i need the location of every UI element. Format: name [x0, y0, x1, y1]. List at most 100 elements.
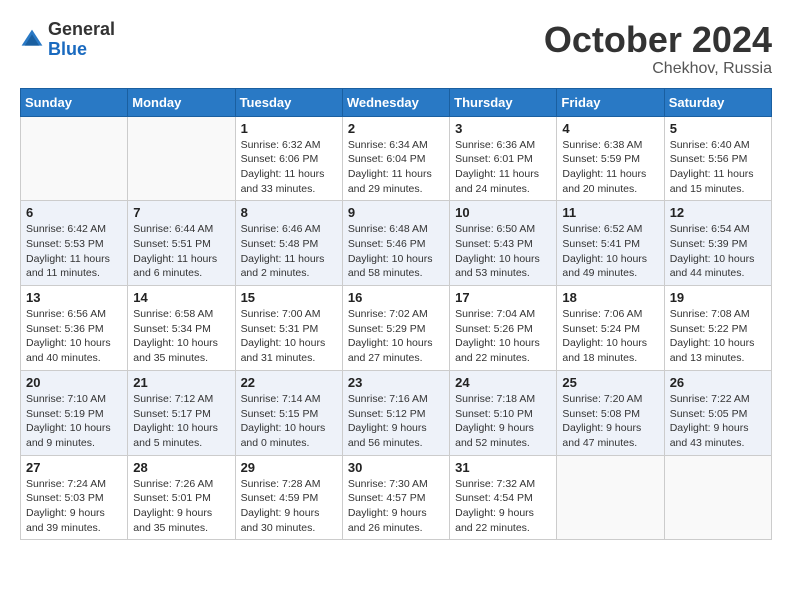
day-info: Sunrise: 7:26 AMSunset: 5:01 PMDaylight:…	[133, 477, 229, 536]
table-row: 1 Sunrise: 6:32 AMSunset: 6:06 PMDaylight…	[235, 116, 342, 201]
table-row: 14Sunrise: 6:58 AMSunset: 5:34 PMDayligh…	[128, 286, 235, 371]
day-info: Sunrise: 7:00 AMSunset: 5:31 PMDaylight:…	[241, 307, 337, 366]
logo-icon	[20, 28, 44, 52]
day-info: Sunrise: 6:36 AMSunset: 6:01 PMDaylight:…	[455, 138, 551, 197]
calendar-week-row: 27Sunrise: 7:24 AMSunset: 5:03 PMDayligh…	[21, 455, 772, 540]
day-info: Sunrise: 7:04 AMSunset: 5:26 PMDaylight:…	[455, 307, 551, 366]
day-info: Sunrise: 6:52 AMSunset: 5:41 PMDaylight:…	[562, 222, 658, 281]
table-row: 6 Sunrise: 6:42 AMSunset: 5:53 PMDaylight…	[21, 201, 128, 286]
calendar-week-row: 20 Sunrise: 7:10 AMSunset: 5:19 PMDayligh…	[21, 370, 772, 455]
header-wednesday: Wednesday	[342, 88, 449, 116]
table-row: 12Sunrise: 6:54 AMSunset: 5:39 PMDayligh…	[664, 201, 771, 286]
table-row: 9Sunrise: 6:48 AMSunset: 5:46 PMDaylight…	[342, 201, 449, 286]
day-info: Sunrise: 7:06 AMSunset: 5:24 PMDaylight:…	[562, 307, 658, 366]
day-number: 30	[348, 460, 444, 475]
day-number: 23	[348, 375, 444, 390]
day-info: Sunrise: 7:20 AMSunset: 5:08 PMDaylight:…	[562, 392, 658, 451]
logo: General Blue	[20, 20, 115, 60]
day-info: Sunrise: 6:50 AMSunset: 5:43 PMDaylight:…	[455, 222, 551, 281]
day-number: 19	[670, 290, 766, 305]
table-row: 7 Sunrise: 6:44 AMSunset: 5:51 PMDaylight…	[128, 201, 235, 286]
table-row: 5 Sunrise: 6:40 AMSunset: 5:56 PMDaylight…	[664, 116, 771, 201]
table-row: 17 Sunrise: 7:04 AMSunset: 5:26 PMDayligh…	[450, 286, 557, 371]
day-info: Sunrise: 7:32 AMSunset: 4:54 PMDaylight:…	[455, 477, 551, 536]
day-info: Sunrise: 6:40 AMSunset: 5:56 PMDaylight:…	[670, 138, 766, 197]
table-row	[664, 455, 771, 540]
table-row: 10 Sunrise: 6:50 AMSunset: 5:43 PMDayligh…	[450, 201, 557, 286]
table-row	[128, 116, 235, 201]
day-info: Sunrise: 7:02 AMSunset: 5:29 PMDaylight:…	[348, 307, 444, 366]
table-row: 21 Sunrise: 7:12 AMSunset: 5:17 PMDayligh…	[128, 370, 235, 455]
day-number: 7	[133, 205, 229, 220]
day-number: 25	[562, 375, 658, 390]
header-tuesday: Tuesday	[235, 88, 342, 116]
day-info: Sunrise: 6:56 AMSunset: 5:36 PMDaylight:…	[26, 307, 122, 366]
day-number: 2	[348, 121, 444, 136]
day-number: 31	[455, 460, 551, 475]
table-row: 13Sunrise: 6:56 AMSunset: 5:36 PMDayligh…	[21, 286, 128, 371]
month-title: October 2024	[544, 20, 772, 60]
table-row: 25 Sunrise: 7:20 AMSunset: 5:08 PMDayligh…	[557, 370, 664, 455]
table-row: 15 Sunrise: 7:00 AMSunset: 5:31 PMDayligh…	[235, 286, 342, 371]
title-block: October 2024 Chekhov, Russia	[544, 20, 772, 78]
day-info: Sunrise: 7:10 AMSunset: 5:19 PMDaylight:…	[26, 392, 122, 451]
day-info: Sunrise: 7:22 AMSunset: 5:05 PMDaylight:…	[670, 392, 766, 451]
day-number: 18	[562, 290, 658, 305]
table-row: 22 Sunrise: 7:14 AMSunset: 5:15 PMDayligh…	[235, 370, 342, 455]
day-number: 28	[133, 460, 229, 475]
day-info: Sunrise: 7:28 AMSunset: 4:59 PMDaylight:…	[241, 477, 337, 536]
day-info: Sunrise: 7:18 AMSunset: 5:10 PMDaylight:…	[455, 392, 551, 451]
day-info: Sunrise: 6:38 AMSunset: 5:59 PMDaylight:…	[562, 138, 658, 197]
subtitle: Chekhov, Russia	[544, 60, 772, 78]
table-row: 8 Sunrise: 6:46 AMSunset: 5:48 PMDaylight…	[235, 201, 342, 286]
day-number: 12	[670, 205, 766, 220]
day-number: 6	[26, 205, 122, 220]
day-info: Sunrise: 7:14 AMSunset: 5:15 PMDaylight:…	[241, 392, 337, 451]
header-monday: Monday	[128, 88, 235, 116]
header-sunday: Sunday	[21, 88, 128, 116]
day-number: 16	[348, 290, 444, 305]
table-row: 24Sunrise: 7:18 AMSunset: 5:10 PMDayligh…	[450, 370, 557, 455]
table-row: 28 Sunrise: 7:26 AMSunset: 5:01 PMDayligh…	[128, 455, 235, 540]
header-friday: Friday	[557, 88, 664, 116]
table-row	[557, 455, 664, 540]
day-info: Sunrise: 6:46 AMSunset: 5:48 PMDaylight:…	[241, 222, 337, 281]
day-info: Sunrise: 6:44 AMSunset: 5:51 PMDaylight:…	[133, 222, 229, 281]
table-row: 27Sunrise: 7:24 AMSunset: 5:03 PMDayligh…	[21, 455, 128, 540]
day-number: 22	[241, 375, 337, 390]
table-row: 2 Sunrise: 6:34 AMSunset: 6:04 PMDaylight…	[342, 116, 449, 201]
day-info: Sunrise: 6:32 AMSunset: 6:06 PMDaylight:…	[241, 138, 337, 197]
table-row: 19Sunrise: 7:08 AMSunset: 5:22 PMDayligh…	[664, 286, 771, 371]
day-number: 15	[241, 290, 337, 305]
table-row: 20 Sunrise: 7:10 AMSunset: 5:19 PMDayligh…	[21, 370, 128, 455]
day-number: 29	[241, 460, 337, 475]
calendar-week-row: 1 Sunrise: 6:32 AMSunset: 6:06 PMDaylight…	[21, 116, 772, 201]
day-info: Sunrise: 7:12 AMSunset: 5:17 PMDaylight:…	[133, 392, 229, 451]
day-info: Sunrise: 6:42 AMSunset: 5:53 PMDaylight:…	[26, 222, 122, 281]
table-row: 31 Sunrise: 7:32 AMSunset: 4:54 PMDayligh…	[450, 455, 557, 540]
logo-text: General Blue	[48, 20, 115, 60]
day-info: Sunrise: 7:30 AMSunset: 4:57 PMDaylight:…	[348, 477, 444, 536]
day-number: 11	[562, 205, 658, 220]
day-number: 21	[133, 375, 229, 390]
day-info: Sunrise: 6:58 AMSunset: 5:34 PMDaylight:…	[133, 307, 229, 366]
table-row: 26Sunrise: 7:22 AMSunset: 5:05 PMDayligh…	[664, 370, 771, 455]
calendar-table: Sunday Monday Tuesday Wednesday Thursday…	[20, 88, 772, 541]
day-number: 4	[562, 121, 658, 136]
day-number: 10	[455, 205, 551, 220]
table-row: 11 Sunrise: 6:52 AMSunset: 5:41 PMDayligh…	[557, 201, 664, 286]
day-number: 20	[26, 375, 122, 390]
day-number: 5	[670, 121, 766, 136]
header-thursday: Thursday	[450, 88, 557, 116]
table-row: 30 Sunrise: 7:30 AMSunset: 4:57 PMDayligh…	[342, 455, 449, 540]
day-info: Sunrise: 6:34 AMSunset: 6:04 PMDaylight:…	[348, 138, 444, 197]
day-number: 3	[455, 121, 551, 136]
day-number: 17	[455, 290, 551, 305]
calendar-week-row: 13Sunrise: 6:56 AMSunset: 5:36 PMDayligh…	[21, 286, 772, 371]
day-number: 8	[241, 205, 337, 220]
day-number: 1	[241, 121, 337, 136]
table-row: 4 Sunrise: 6:38 AMSunset: 5:59 PMDaylight…	[557, 116, 664, 201]
header: General Blue October 2024 Chekhov, Russi…	[20, 20, 772, 78]
day-info: Sunrise: 7:24 AMSunset: 5:03 PMDaylight:…	[26, 477, 122, 536]
table-row: 23Sunrise: 7:16 AMSunset: 5:12 PMDayligh…	[342, 370, 449, 455]
